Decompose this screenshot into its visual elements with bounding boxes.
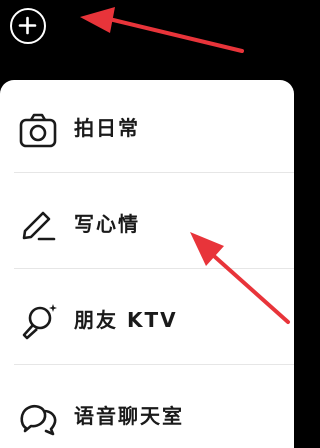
plus-button[interactable] (10, 8, 46, 44)
divider (14, 268, 294, 269)
camera-icon (19, 113, 57, 148)
menu-item-label: 朋友 KTV (74, 308, 178, 332)
plus-icon (18, 16, 37, 35)
menu-item-photo-daily[interactable]: 拍日常 (0, 80, 294, 176)
divider (14, 172, 294, 173)
menu-item-friends-ktv[interactable]: 朋友 KTV (0, 272, 294, 368)
microphone-icon (22, 304, 57, 340)
menu-item-label: 写心情 (74, 212, 140, 236)
chat-bubbles-icon (20, 404, 57, 436)
menu-item-voice-chatroom[interactable]: 语音聊天室 (0, 368, 294, 448)
add-menu-panel: 拍日常 写心情 朋友 KTV 语音聊天室 (0, 80, 294, 448)
divider (14, 364, 294, 365)
menu-item-label: 拍日常 (74, 116, 140, 140)
menu-item-label: 语音聊天室 (74, 404, 184, 428)
top-bar (0, 0, 300, 70)
screen: 拍日常 写心情 朋友 KTV 语音聊天室 (0, 0, 300, 448)
pencil-icon (22, 211, 56, 241)
menu-item-write-mood[interactable]: 写心情 (0, 176, 294, 272)
